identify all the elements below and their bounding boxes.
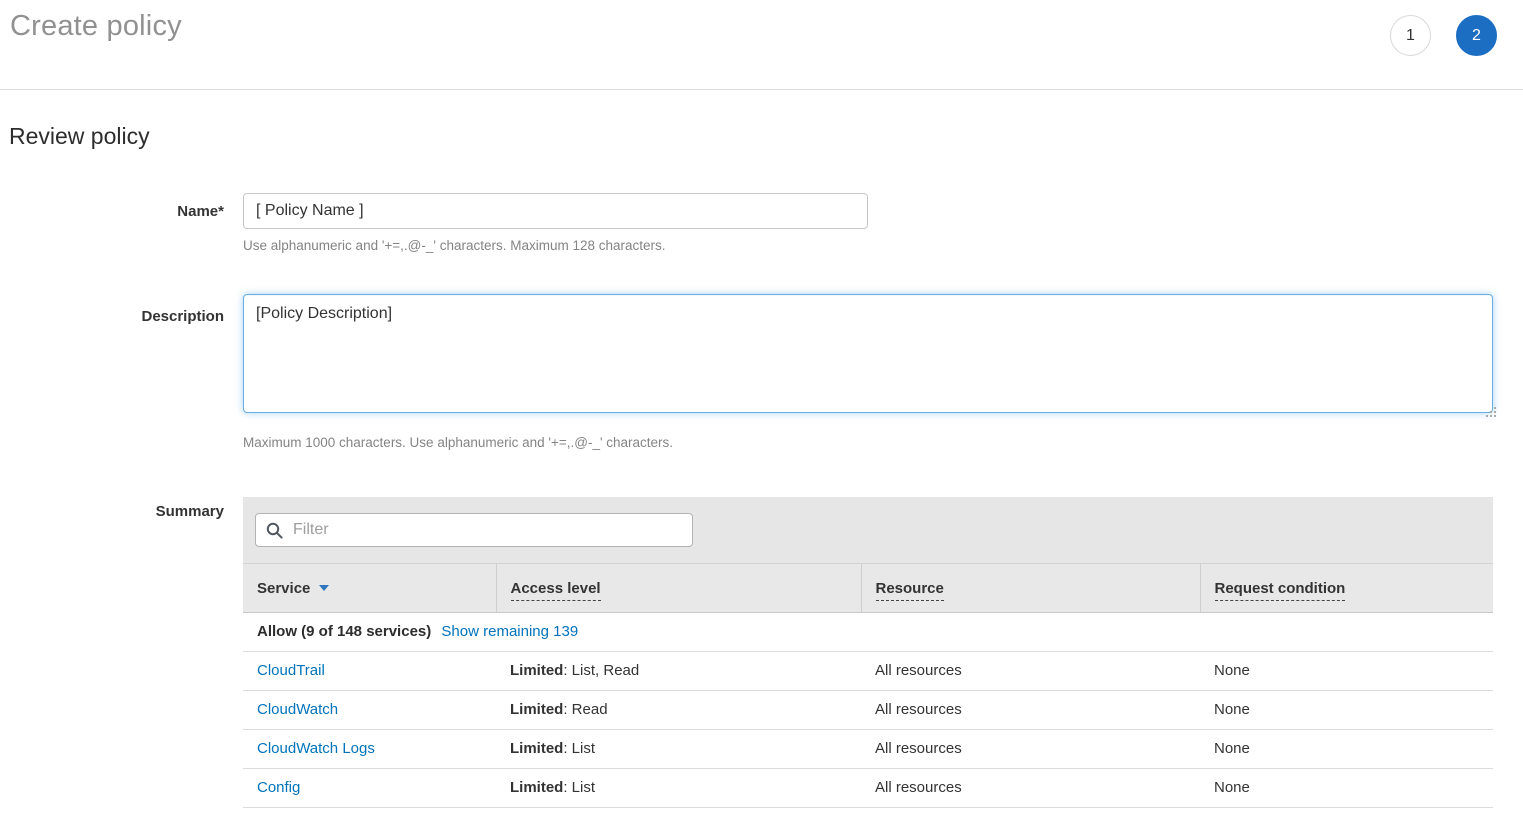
access-detail: : Read — [563, 701, 607, 718]
filter-box[interactable] — [255, 513, 693, 547]
table-row: Config Limited: List All resources None — [243, 769, 1493, 808]
filter-input[interactable] — [291, 520, 682, 540]
name-label: Name* — [0, 193, 224, 220]
access-prefix: Limited — [510, 662, 563, 679]
description-form-row: Description [Policy Description] Maximum… — [0, 294, 1523, 450]
description-label: Description — [0, 294, 224, 325]
column-header-request-condition[interactable]: Request condition — [1200, 564, 1493, 613]
sort-desc-caret-icon — [319, 585, 329, 591]
wizard-steps: 1 2 — [1390, 10, 1497, 56]
table-row: CloudWatch Limited: Read All resources N… — [243, 691, 1493, 730]
search-icon — [266, 522, 283, 539]
column-header-resource[interactable]: Resource — [861, 564, 1200, 613]
request-condition-cell: None — [1200, 691, 1493, 730]
request-condition-header-label: Request condition — [1215, 580, 1346, 601]
column-header-access-level[interactable]: Access level — [496, 564, 861, 613]
table-row: CloudWatch Logs Limited: List All resour… — [243, 730, 1493, 769]
service-link[interactable]: CloudWatch Logs — [257, 740, 375, 757]
service-link[interactable]: CloudTrail — [257, 662, 325, 679]
access-level-header-label: Access level — [511, 580, 601, 601]
resource-header-label: Resource — [876, 580, 944, 601]
service-cell: Config — [243, 769, 496, 808]
service-link[interactable]: Config — [257, 779, 300, 796]
name-help-text: Use alphanumeric and '+=,.@-_' character… — [243, 238, 868, 253]
summary-panel: Service Access level Resource Request co… — [243, 497, 1493, 808]
resource-cell: All resources — [861, 730, 1200, 769]
service-link[interactable]: CloudWatch — [257, 701, 338, 718]
textarea-resize-grip-icon[interactable] — [1486, 407, 1488, 409]
policy-name-input[interactable] — [243, 193, 868, 229]
request-condition-cell: None — [1200, 730, 1493, 769]
table-header-row: Service Access level Resource Request co… — [243, 564, 1493, 613]
access-level-cell: Limited: Read — [496, 691, 861, 730]
resource-cell: All resources — [861, 691, 1200, 730]
table-row: CloudTrail Limited: List, Read All resou… — [243, 652, 1493, 691]
page-title: Create policy — [10, 10, 182, 43]
request-condition-cell: None — [1200, 769, 1493, 808]
access-level-cell: Limited: List — [496, 769, 861, 808]
step-1-indicator[interactable]: 1 — [1390, 15, 1431, 56]
access-detail: : List — [563, 779, 595, 796]
name-form-row: Name* Use alphanumeric and '+=,.@-_' cha… — [0, 193, 1523, 253]
description-help-text: Maximum 1000 characters. Use alphanumeri… — [243, 435, 1493, 450]
summary-table: Service Access level Resource Request co… — [243, 564, 1493, 808]
page-header: Create policy 1 2 — [0, 0, 1523, 90]
service-cell: CloudWatch Logs — [243, 730, 496, 769]
access-prefix: Limited — [510, 701, 563, 718]
allow-group-title: Allow (9 of 148 services) — [257, 623, 431, 640]
resource-cell: All resources — [861, 769, 1200, 808]
access-detail: : List, Read — [563, 662, 639, 679]
resource-cell: All resources — [861, 652, 1200, 691]
policy-description-textarea[interactable]: [Policy Description] — [243, 294, 1493, 413]
access-prefix: Limited — [510, 779, 563, 796]
service-header-label: Service — [257, 580, 310, 597]
access-prefix: Limited — [510, 740, 563, 757]
access-level-cell: Limited: List, Read — [496, 652, 861, 691]
section-heading: Review policy — [9, 123, 1523, 150]
service-cell: CloudWatch — [243, 691, 496, 730]
access-detail: : List — [563, 740, 595, 757]
request-condition-cell: None — [1200, 652, 1493, 691]
summary-label: Summary — [0, 497, 224, 520]
summary-form-row: Summary — [0, 497, 1523, 808]
service-cell: CloudTrail — [243, 652, 496, 691]
column-header-service[interactable]: Service — [243, 564, 496, 613]
step-2-indicator[interactable]: 2 — [1456, 15, 1497, 56]
filter-bar — [243, 497, 1493, 564]
access-level-cell: Limited: List — [496, 730, 861, 769]
allow-group-row: Allow (9 of 148 services) Show remaining… — [243, 613, 1493, 652]
show-remaining-link[interactable]: Show remaining 139 — [441, 623, 578, 640]
